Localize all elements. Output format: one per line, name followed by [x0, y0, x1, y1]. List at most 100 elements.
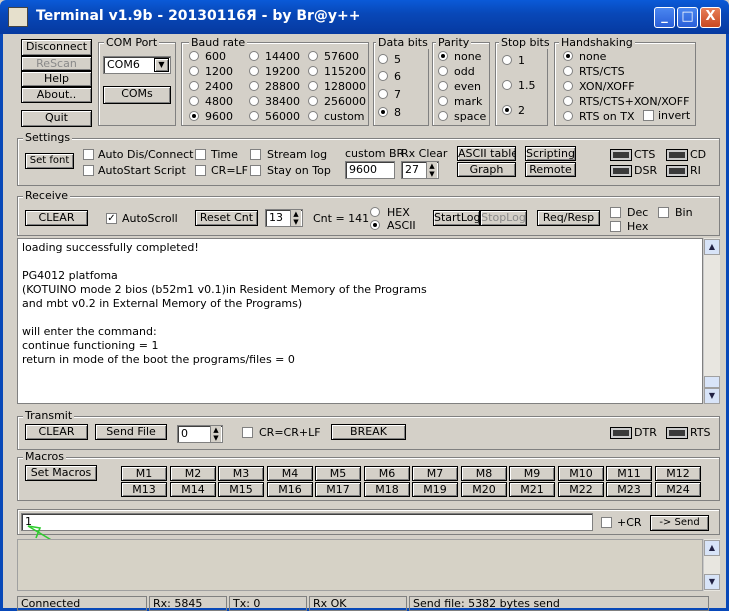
startlog-button[interactable]: StartLog — [433, 210, 480, 226]
receive-clear-button[interactable]: CLEAR — [25, 210, 88, 226]
parity-even-radio[interactable] — [438, 81, 448, 91]
baud-4800-radio[interactable] — [189, 96, 199, 106]
autoscroll-checkbox[interactable]: ✓ — [106, 213, 117, 224]
macro-button-m16[interactable]: M16 — [267, 482, 313, 497]
ascii-table-button[interactable]: ASCII table — [457, 146, 516, 161]
dec-checkbox[interactable] — [610, 207, 621, 218]
macro-button-m1[interactable]: M1 — [121, 466, 167, 481]
baud-14400-radio[interactable] — [249, 51, 259, 61]
cr-checkbox[interactable] — [601, 517, 612, 528]
handshaking-2-radio[interactable] — [563, 81, 573, 91]
macro-button-m11[interactable]: M11 — [606, 466, 652, 481]
macro-button-m19[interactable]: M19 — [412, 482, 458, 497]
scroll-thumb[interactable] — [704, 376, 720, 388]
macro-button-m4[interactable]: M4 — [267, 466, 313, 481]
scripting-button[interactable]: Scripting — [525, 146, 576, 161]
bin-checkbox[interactable] — [658, 207, 669, 218]
baud-38400-radio[interactable] — [249, 96, 259, 106]
send-file-button[interactable]: Send File — [95, 424, 167, 440]
baud-1200-radio[interactable] — [189, 66, 199, 76]
stopbits-0-radio[interactable] — [502, 55, 512, 65]
databits-7-radio[interactable] — [378, 89, 388, 99]
reset-cnt-button[interactable]: Reset Cnt — [195, 210, 258, 226]
stream-log-checkbox[interactable] — [250, 149, 261, 160]
maximize-button[interactable]: □ — [677, 7, 698, 28]
req-resp-button[interactable]: Req/Resp — [537, 210, 600, 226]
baud-2400-radio[interactable] — [189, 81, 199, 91]
crcrlf-checkbox[interactable] — [242, 427, 253, 438]
macro-button-m14[interactable]: M14 — [170, 482, 216, 497]
scroll-down-icon[interactable]: ▼ — [704, 574, 720, 590]
auto-disconnect-checkbox[interactable] — [83, 149, 94, 160]
macro-button-m10[interactable]: M10 — [558, 466, 604, 481]
hex-radio[interactable] — [370, 207, 380, 217]
set-macros-button[interactable]: Set Macros — [25, 465, 97, 481]
stoplog-button[interactable]: StopLog — [480, 210, 527, 226]
crlf-checkbox[interactable] — [195, 165, 206, 176]
hex-checkbox[interactable] — [610, 221, 621, 232]
macro-button-m8[interactable]: M8 — [461, 466, 507, 481]
baud-256000-radio[interactable] — [308, 96, 318, 106]
about-button[interactable]: About.. — [21, 87, 92, 103]
macro-button-m15[interactable]: M15 — [218, 482, 264, 497]
scroll-down-icon[interactable]: ▼ — [704, 388, 720, 404]
ascii-radio[interactable] — [370, 220, 380, 230]
databits-8-radio[interactable] — [378, 107, 388, 117]
macro-button-m23[interactable]: M23 — [606, 482, 652, 497]
cnt-spinner[interactable]: ▲ ▼ — [290, 210, 301, 226]
macro-button-m3[interactable]: M3 — [218, 466, 264, 481]
databits-6-radio[interactable] — [378, 71, 388, 81]
app-icon[interactable] — [8, 7, 28, 27]
parity-mark-radio[interactable] — [438, 96, 448, 106]
parity-none-radio[interactable] — [438, 51, 448, 61]
macro-button-m21[interactable]: M21 — [509, 482, 555, 497]
baud-28800-radio[interactable] — [249, 81, 259, 91]
baud-19200-radio[interactable] — [249, 66, 259, 76]
chevron-down-icon[interactable]: ▼ — [154, 58, 169, 72]
parity-space-radio[interactable] — [438, 111, 448, 121]
scroll-up-icon[interactable]: ▲ — [704, 239, 720, 255]
macro-button-m6[interactable]: M6 — [364, 466, 410, 481]
baud-custom-radio[interactable] — [308, 111, 318, 121]
baud-128000-radio[interactable] — [308, 81, 318, 91]
macro-button-m18[interactable]: M18 — [364, 482, 410, 497]
rts-led[interactable] — [666, 427, 688, 439]
handshaking-0-radio[interactable] — [563, 51, 573, 61]
macro-button-m2[interactable]: M2 — [170, 466, 216, 481]
baud-57600-radio[interactable] — [308, 51, 318, 61]
macro-button-m17[interactable]: M17 — [315, 482, 361, 497]
send-button[interactable]: -> Send — [650, 515, 709, 531]
baud-56000-radio[interactable] — [249, 111, 259, 121]
handshaking-1-radio[interactable] — [563, 66, 573, 76]
invert-checkbox[interactable] — [643, 110, 654, 121]
macro-button-m12[interactable]: M12 — [655, 466, 701, 481]
macro-button-m24[interactable]: M24 — [655, 482, 701, 497]
quit-button[interactable]: Quit — [21, 110, 92, 127]
rx-clear-spinner[interactable]: ▲ ▼ — [426, 162, 437, 178]
remote-button[interactable]: Remote — [525, 162, 576, 177]
autostart-script-checkbox[interactable] — [83, 165, 94, 176]
receive-textarea[interactable]: loading successfully completed! PG4012 p… — [17, 238, 703, 404]
baud-9600-radio[interactable] — [189, 111, 199, 121]
transmit-clear-button[interactable]: CLEAR — [25, 424, 88, 440]
macro-button-m13[interactable]: M13 — [121, 482, 167, 497]
stopbits-2-radio[interactable] — [502, 105, 512, 115]
disconnect-button[interactable]: Disconnect — [21, 39, 92, 56]
custom-br-input[interactable]: 9600 — [345, 161, 395, 179]
dtr-led[interactable] — [610, 427, 632, 439]
parity-odd-radio[interactable] — [438, 66, 448, 76]
transmit-spinner[interactable]: ▲ ▼ — [210, 426, 221, 442]
break-button[interactable]: BREAK — [331, 424, 406, 440]
handshaking-4-radio[interactable] — [563, 111, 573, 121]
handshaking-3-radio[interactable] — [563, 96, 573, 106]
set-font-button[interactable]: Set font — [25, 153, 74, 169]
macro-button-m7[interactable]: M7 — [412, 466, 458, 481]
minimize-button[interactable]: _ — [654, 7, 675, 28]
baud-115200-radio[interactable] — [308, 66, 318, 76]
macro-button-m20[interactable]: M20 — [461, 482, 507, 497]
help-button[interactable]: Help — [21, 71, 92, 87]
baud-600-radio[interactable] — [189, 51, 199, 61]
rescan-button[interactable]: ReScan — [21, 56, 92, 71]
scroll-up-icon[interactable]: ▲ — [704, 540, 720, 556]
macro-button-m5[interactable]: M5 — [315, 466, 361, 481]
